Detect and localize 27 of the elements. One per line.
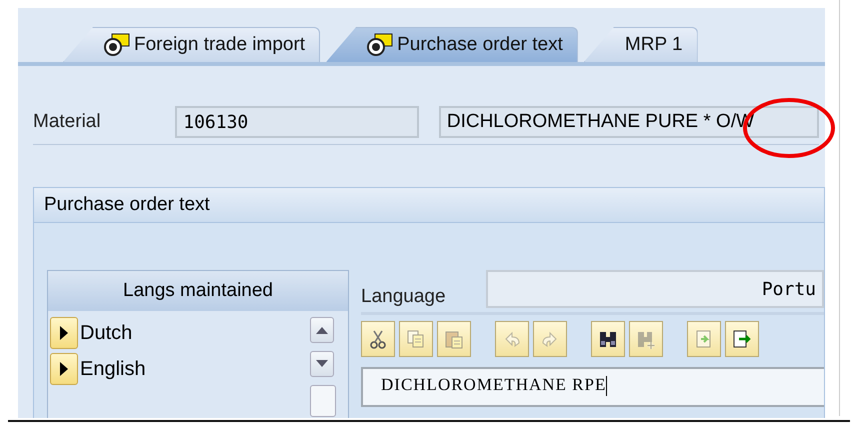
triangle-icon (59, 325, 69, 341)
tab-status-icon (367, 33, 394, 57)
scroll-down-button[interactable] (310, 351, 334, 377)
scrollbar-thumb[interactable] (310, 385, 336, 417)
text-editor[interactable]: DICHLOROMETHANE RPE (361, 367, 824, 407)
group-header: Purchase order text (34, 188, 824, 223)
material-label: Material (33, 111, 102, 133)
language-field[interactable]: Portu (486, 270, 824, 308)
export-button[interactable] (725, 321, 759, 357)
tab-status-icon (104, 33, 130, 57)
language-item[interactable]: English (80, 358, 146, 380)
up-arrow-icon (316, 326, 328, 334)
column-header: Langs maintained (48, 271, 348, 311)
material-number-field[interactable]: 106130 (175, 106, 419, 138)
find-button[interactable] (591, 321, 625, 357)
expand-button[interactable] (50, 353, 78, 385)
down-arrow-icon (316, 360, 328, 368)
export-icon (731, 328, 753, 350)
tab[interactable]: Purchase order text (326, 27, 578, 62)
expand-button[interactable] (50, 317, 78, 349)
tab[interactable]: Foreign trade import (63, 27, 320, 62)
triangle-icon (59, 361, 69, 377)
scroll-up-button[interactable] (310, 317, 334, 343)
cut-button[interactable] (361, 321, 395, 357)
language-label: Language (361, 286, 446, 308)
language-item[interactable]: Dutch (80, 322, 132, 344)
tab[interactable]: MRP 1 (584, 27, 698, 62)
